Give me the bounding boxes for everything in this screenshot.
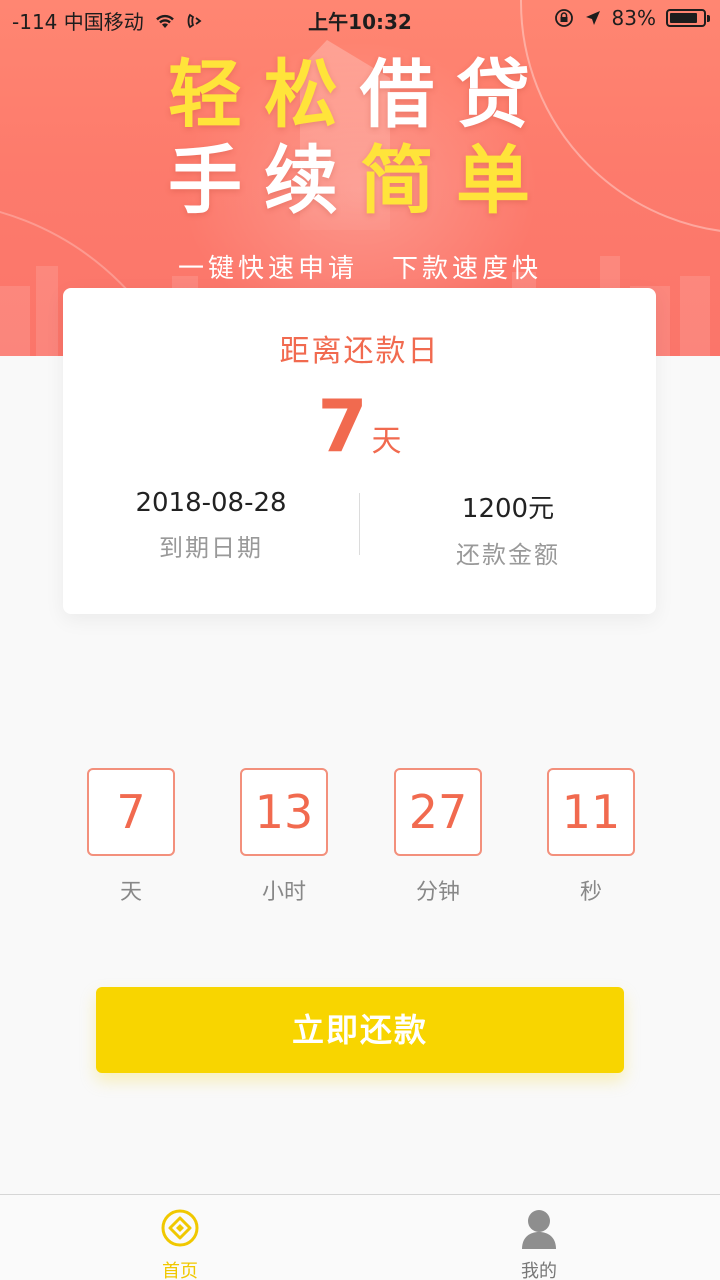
countdown-hours: 13 小时 (240, 768, 328, 906)
battery-percent: 83% (611, 6, 656, 30)
battery-level (670, 13, 697, 23)
status-bar: -114 中国移动 上午10:32 83% (0, 0, 720, 38)
slogan-text: 借贷 (360, 52, 552, 138)
rotation-lock-icon (554, 9, 573, 27)
slogan-line-1: 轻松借贷 (0, 58, 720, 132)
repayment-card: 距离还款日 7天 2018-08-28 到期日期 1200元 还款金额 (63, 288, 656, 614)
slogan-text: 手续 (168, 138, 360, 224)
repay-now-button[interactable]: 立即还款 (96, 987, 624, 1073)
card-title: 距离还款日 (279, 334, 440, 369)
tab-home-label: 首页 (162, 1261, 198, 1280)
app-screen: 轻松借贷 手续简单 一键快速申请 下款速度快 -114 中国移动 上午10:32 (0, 0, 720, 1280)
subtitle-left: 一键快速申请 (177, 254, 358, 284)
tab-home[interactable]: 首页 (120, 1207, 240, 1280)
amount-label: 还款金额 (456, 541, 560, 569)
due-date-label: 到期日期 (159, 534, 263, 562)
countdown-value: 11 (547, 768, 635, 856)
banner-subtitle: 一键快速申请 下款速度快 (0, 248, 720, 285)
countdown-label: 分钟 (415, 880, 460, 905)
status-right: 83% (554, 6, 710, 30)
slogan-line-2: 手续简单 (0, 144, 720, 218)
countdown-seconds: 11 秒 (547, 768, 635, 906)
due-date-block: 2018-08-28 到期日期 (63, 488, 359, 563)
amount-value: 1200元 (461, 494, 555, 524)
tab-mine[interactable]: 我的 (479, 1207, 599, 1280)
subtitle-right: 下款速度快 (392, 254, 543, 284)
countdown-label: 天 (119, 880, 142, 905)
coin-icon (161, 1209, 199, 1247)
location-arrow-icon (585, 11, 600, 25)
days-value: 7 (317, 384, 368, 468)
amount-block: 1200元 还款金额 (360, 488, 656, 570)
countdown-label: 小时 (261, 880, 306, 905)
due-date-value: 2018-08-28 (135, 488, 287, 518)
user-icon (522, 1210, 556, 1249)
countdown-timer: 7 天 13 小时 27 分钟 11 秒 (0, 768, 720, 908)
days-unit: 天 (371, 424, 402, 459)
tab-mine-label: 我的 (521, 1261, 557, 1280)
countdown-label: 秒 (579, 880, 602, 905)
countdown-value: 13 (240, 768, 328, 856)
countdown-value: 7 (87, 768, 175, 856)
days-remaining: 7天 (63, 384, 656, 468)
tab-bar: 首页 我的 (0, 1194, 720, 1280)
slogan-highlight: 轻松 (168, 52, 360, 138)
countdown-value: 27 (394, 768, 482, 856)
countdown-minutes: 27 分钟 (394, 768, 482, 906)
countdown-days: 7 天 (87, 768, 175, 906)
slogan-highlight: 简单 (360, 138, 552, 224)
battery-icon (666, 9, 710, 27)
